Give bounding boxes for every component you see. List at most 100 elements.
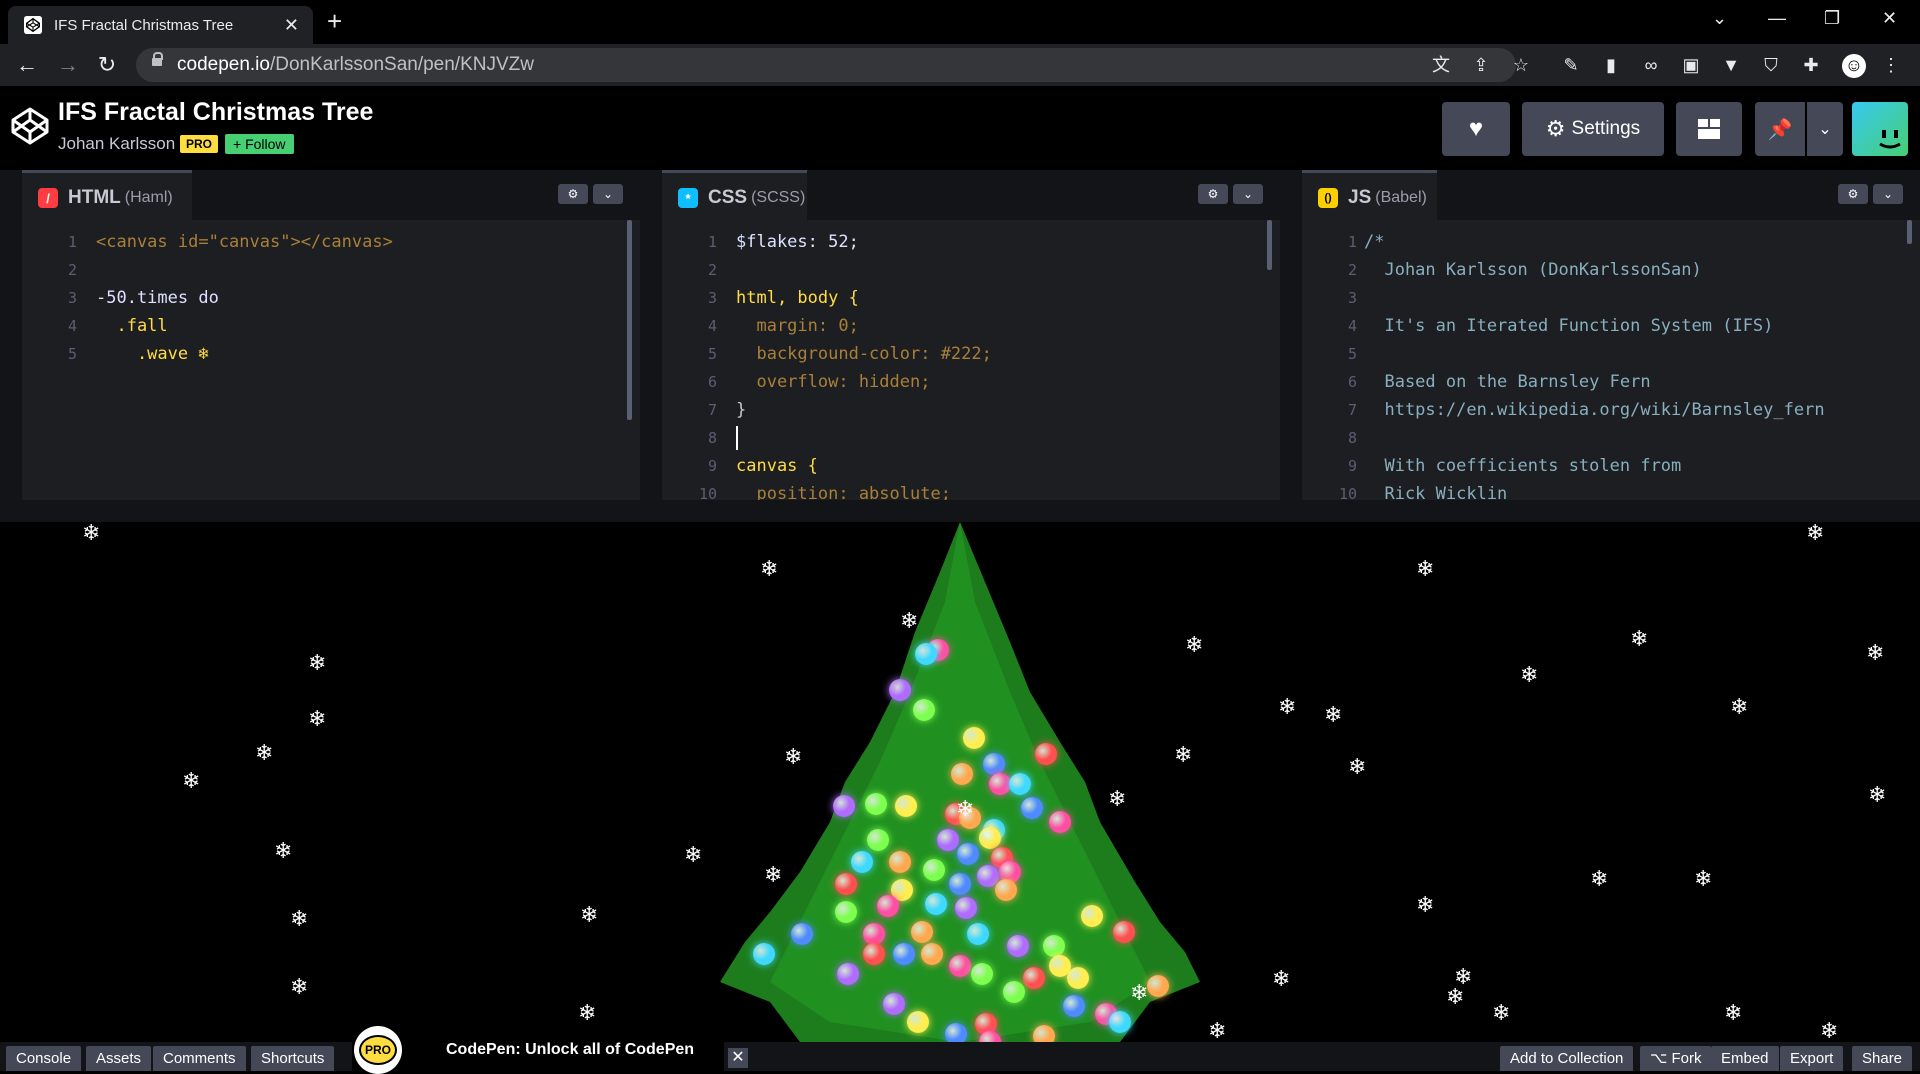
reload-icon[interactable]: ↻: [94, 52, 120, 78]
js-processor-label: (Babel): [1375, 189, 1427, 206]
extension-l-icon[interactable]: ▮: [1600, 54, 1622, 76]
snowflake-icon: ❄: [290, 974, 309, 999]
css-lang-icon: *: [678, 188, 698, 208]
pen-title[interactable]: IFS Fractal Christmas Tree: [58, 98, 373, 127]
pin-icon: 📌: [1767, 118, 1793, 141]
html-editor-tab[interactable]: / HTML (Haml): [22, 170, 192, 223]
js-scrollbar[interactable]: [1907, 220, 1912, 244]
extensions-puzzle-icon[interactable]: ✚: [1800, 54, 1822, 76]
code-line: 2 Johan Karlsson (DonKarlssonSan): [1347, 260, 1702, 280]
css-scrollbar[interactable]: [1267, 220, 1272, 270]
bookmark-star-icon[interactable]: ☆: [1510, 54, 1532, 76]
html-settings-button[interactable]: ⚙: [558, 184, 588, 204]
share-page-icon[interactable]: ⇪: [1470, 54, 1492, 76]
snowflake-icon: ❄: [1108, 786, 1127, 811]
export-button[interactable]: Export: [1780, 1046, 1844, 1071]
window-close-icon[interactable]: ✕: [1882, 8, 1897, 29]
ornament-ball: [1109, 1011, 1131, 1033]
css-collapse-button[interactable]: ⌄: [1233, 184, 1263, 204]
snowflake-icon: ❄: [1724, 1000, 1743, 1025]
minimize-icon[interactable]: —: [1768, 8, 1786, 29]
profile-avatar-icon[interactable]: ☺: [1842, 54, 1866, 78]
browser-tab[interactable]: IFS Fractal Christmas Tree ✕: [8, 6, 313, 44]
console-button[interactable]: Console: [6, 1046, 82, 1071]
snowflake-icon: ❄: [1348, 754, 1367, 779]
ornament-ball: [995, 879, 1017, 901]
forward-icon[interactable]: →: [55, 52, 81, 78]
html-code-area[interactable]: 1 <canvas id="canvas"></canvas> 2 3 -50.ti…: [22, 220, 640, 500]
comments-button[interactable]: Comments: [153, 1046, 246, 1071]
ornament-ball: [1081, 905, 1103, 927]
html-editor-pane: / HTML (Haml) ⚙ ⌄ 1 <canvas id="canvas"><…: [22, 170, 640, 500]
embed-button[interactable]: Embed: [1711, 1046, 1779, 1071]
js-code-area[interactable]: 1/* 2 Johan Karlsson (DonKarlssonSan) 3 …: [1302, 220, 1920, 504]
follow-button[interactable]: + Follow: [225, 134, 294, 154]
extension-v-icon[interactable]: ▼: [1720, 54, 1742, 76]
settings-button[interactable]: ⚙ Settings: [1522, 102, 1664, 156]
pin-button[interactable]: 📌: [1755, 102, 1805, 156]
url-text: codepen.io/DonKarlssonSan/pen/KNJVZw: [177, 54, 534, 76]
tab-close-icon[interactable]: ✕: [284, 15, 299, 36]
editor-resize-handle[interactable]: [0, 500, 1920, 523]
fork-button[interactable]: ⌥ Fork: [1640, 1046, 1712, 1071]
promo-close-icon[interactable]: ✕: [728, 1048, 748, 1068]
ornament-ball: [1049, 811, 1071, 833]
ornament-ball: [889, 679, 911, 701]
ornament-ball: [851, 851, 873, 873]
css-editor-tab[interactable]: * CSS (SCSS): [662, 170, 807, 223]
snowflake-icon: ❄: [956, 796, 975, 821]
html-collapse-button[interactable]: ⌄: [593, 184, 623, 204]
restore-icon[interactable]: ❐: [1824, 8, 1840, 29]
extension-shield-icon[interactable]: ⛉: [1760, 54, 1782, 76]
assets-button[interactable]: Assets: [86, 1046, 152, 1071]
extension-pen-icon[interactable]: ✎: [1560, 54, 1582, 76]
add-to-collection-button[interactable]: Add to Collection: [1500, 1046, 1634, 1071]
love-button[interactable]: ♥: [1442, 102, 1510, 156]
snowflake-icon: ❄: [1130, 980, 1149, 1005]
snowflake-icon: ❄: [1520, 662, 1539, 687]
settings-label: Settings: [1571, 118, 1641, 139]
js-collapse-button[interactable]: ⌄: [1873, 184, 1903, 204]
codepen-logo-icon[interactable]: [10, 106, 50, 146]
user-avatar[interactable]: [1852, 102, 1908, 156]
tab-search-icon[interactable]: ⌄: [1712, 8, 1727, 29]
snowflake-icon: ❄: [290, 906, 309, 931]
js-lang-label: JS: [1348, 187, 1372, 208]
snowflake-icon: ❄: [182, 768, 201, 793]
js-settings-button[interactable]: ⚙: [1838, 184, 1868, 204]
shortcuts-button[interactable]: Shortcuts: [251, 1046, 335, 1071]
ornament-ball: [921, 943, 943, 965]
ornament-ball: [883, 993, 905, 1015]
html-scrollbar[interactable]: [627, 220, 632, 420]
browser-menu-icon[interactable]: ⋮: [1880, 54, 1902, 76]
snowflake-icon: ❄: [274, 838, 293, 863]
ornament-ball: [989, 773, 1011, 795]
snowflake-icon: ❄: [1806, 520, 1825, 545]
snowflake-icon: ❄: [784, 744, 803, 769]
gear-icon: ⚙: [567, 187, 579, 201]
pro-promo-banner[interactable]: PRO CodePen: Unlock all of CodePen: [352, 1025, 724, 1074]
pro-badge: PRO: [180, 135, 219, 153]
new-tab-button[interactable]: +: [327, 8, 342, 34]
result-preview[interactable]: ❄ ❄ ❄ ❄ ❄ ❄ ❄ ❄ ❄ ❄ ❄ ❄ ❄ ❄ ❄ ❄ ❄ ❄ ❄ ❄ ❄ ❄ ❄ ❄ ❄ ❄ ❄ ❄ ❄ ❄ ❄ ❄ ❄ ❄ ❄ ❄ ❄ ❄ ❄ ❄: [0, 520, 1920, 1053]
pin-menu-button[interactable]: ⌄: [1807, 102, 1843, 156]
js-editor-tab[interactable]: () JS (Babel): [1302, 170, 1437, 223]
change-view-button[interactable]: [1676, 102, 1742, 156]
layout-grid-icon: [1698, 119, 1720, 139]
css-code-area[interactable]: 1 $flakes: 52; 2 3 html, body { 4 margin: …: [662, 220, 1280, 504]
translate-icon[interactable]: 文: [1430, 54, 1452, 76]
code-line: 4 It's an Iterated Function System (IFS): [1347, 316, 1774, 336]
pen-author[interactable]: Johan Karlsson: [58, 134, 175, 154]
share-button[interactable]: Share: [1852, 1046, 1913, 1071]
lock-icon[interactable]: [152, 52, 163, 66]
css-settings-button[interactable]: ⚙: [1198, 184, 1228, 204]
ornament-ball: [1021, 797, 1043, 819]
extension-mask-icon[interactable]: ▣: [1680, 54, 1702, 76]
ornament-ball: [915, 643, 937, 665]
back-icon[interactable]: ←: [14, 52, 40, 78]
pro-promo-text: CodePen: Unlock all of CodePen: [446, 1040, 695, 1058]
snowflake-icon: ❄: [760, 556, 779, 581]
ornament-ball: [833, 795, 855, 817]
extension-glasses-icon[interactable]: ∞: [1640, 54, 1662, 76]
ornament-ball: [937, 829, 959, 851]
